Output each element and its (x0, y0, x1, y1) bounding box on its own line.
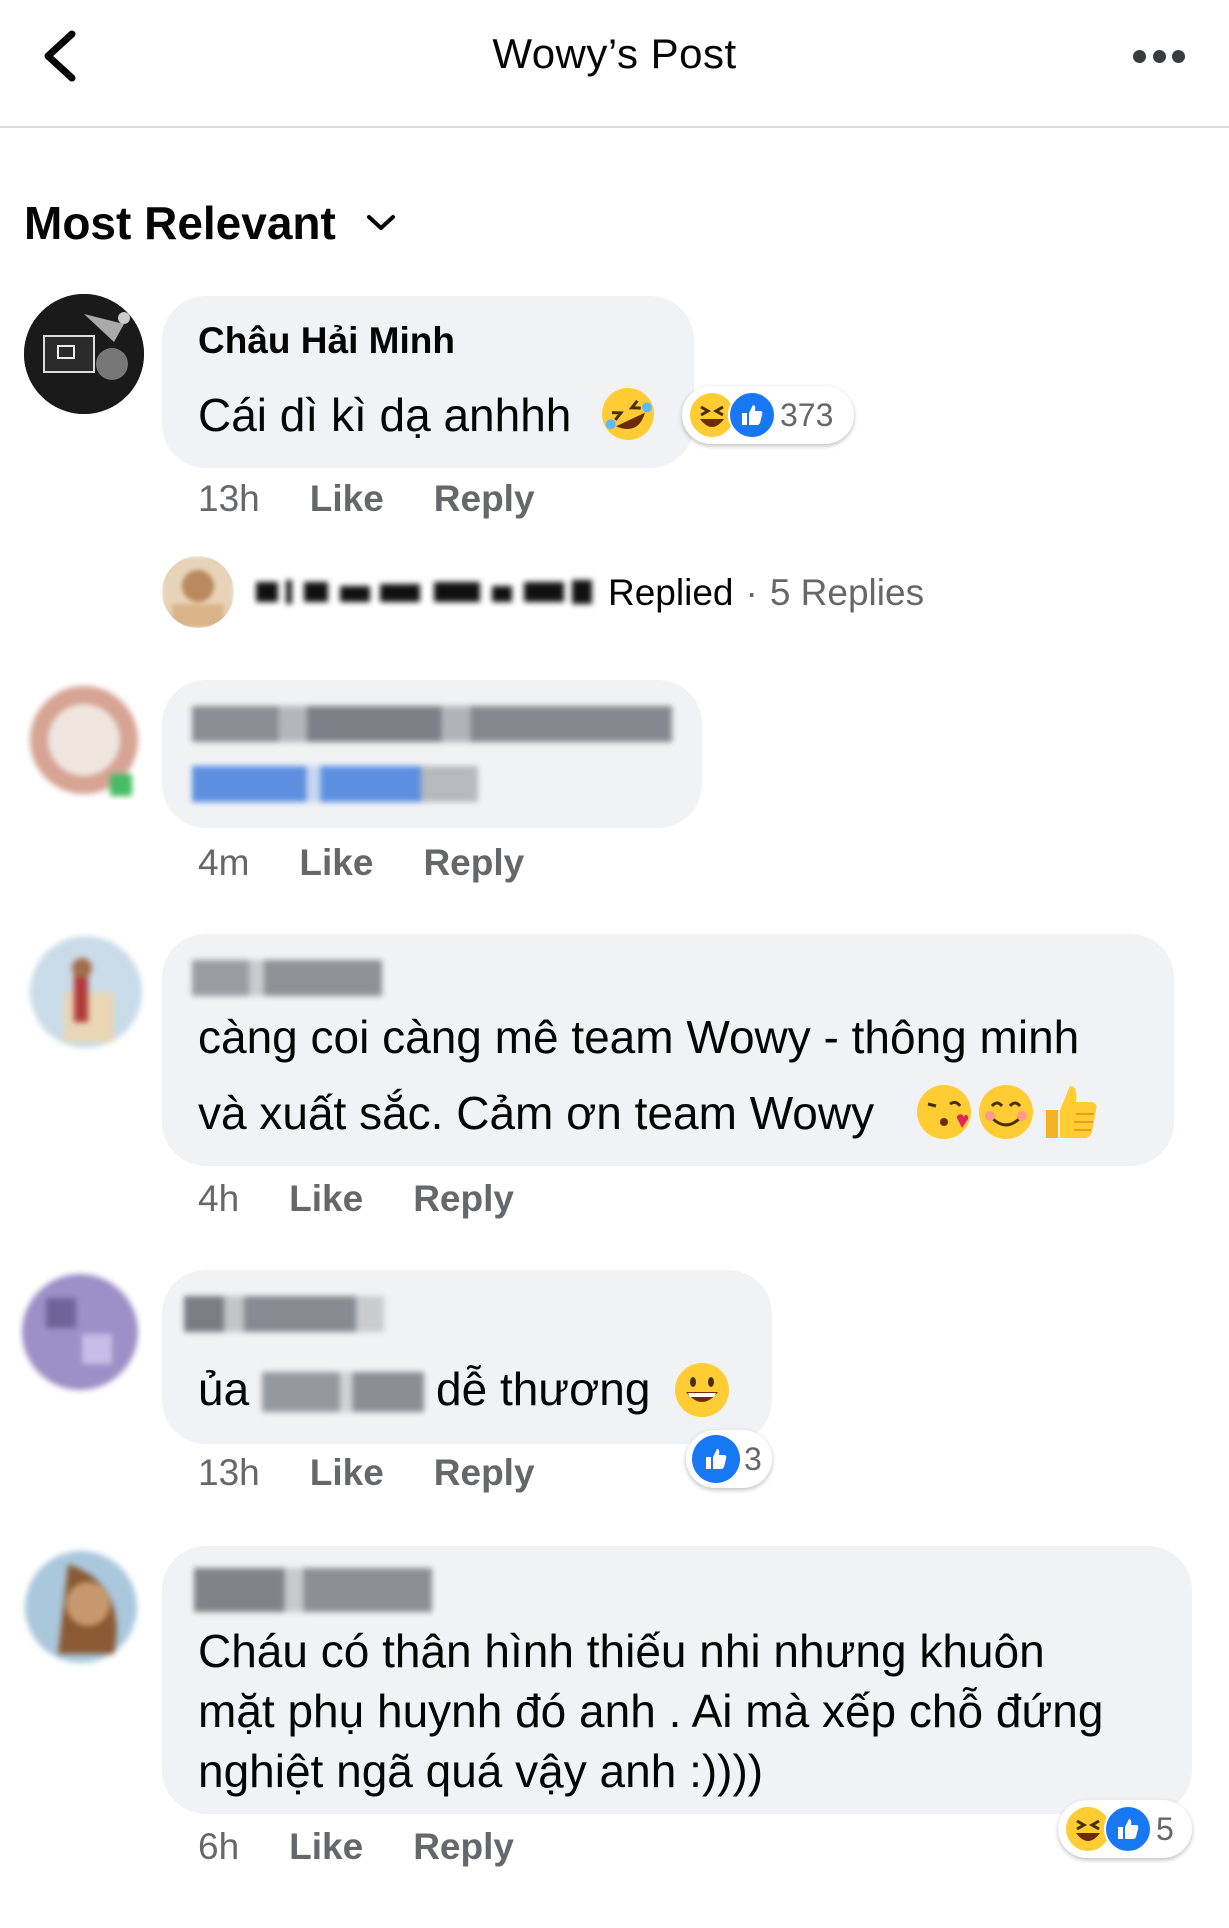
comment-time: 4h (198, 1178, 240, 1219)
separator: · (745, 572, 758, 613)
avatar[interactable] (24, 932, 154, 1054)
comment-time: 13h (198, 1452, 260, 1493)
like-button[interactable]: Like (289, 1178, 363, 1220)
replies-count: 5 Replies (769, 572, 925, 613)
more-options-icon[interactable] (1133, 48, 1185, 64)
reply-button[interactable]: Reply (434, 1452, 535, 1494)
rolling-laughing-emoji-icon (602, 388, 654, 440)
avatar[interactable] (24, 294, 144, 414)
comment-author[interactable]: Châu Hải Minh (198, 320, 455, 362)
tagged-user-redacted[interactable] (192, 766, 478, 802)
reaction-count: 5 (1156, 1810, 1174, 1847)
comment-text-pre: ủa (198, 1363, 250, 1415)
comment-text-line2: mặt phụ huynh đó anh . Ai mà xếp chỗ đứn… (198, 1685, 1104, 1737)
comment-text-post: dễ thương (436, 1363, 651, 1415)
like-reaction-icon (728, 391, 776, 439)
reaction-summary[interactable]: 373 (682, 386, 854, 444)
like-button[interactable]: Like (289, 1826, 363, 1868)
comment-text: Cái dì kì dạ anhhh (198, 389, 572, 441)
like-button[interactable]: Like (299, 842, 373, 884)
comment-time: 6h (198, 1826, 240, 1867)
like-reaction-icon (1104, 1805, 1152, 1853)
comment-author-redacted[interactable] (184, 1296, 384, 1332)
like-button[interactable]: Like (310, 1452, 384, 1494)
reaction-count: 3 (744, 1440, 762, 1477)
reply-button[interactable]: Reply (413, 1178, 514, 1220)
replied-label: Replied (608, 572, 734, 613)
comment-time: 4m (198, 842, 250, 883)
avatar[interactable] (16, 1268, 144, 1396)
comment-time: 13h (198, 478, 260, 519)
avatar[interactable] (18, 1544, 144, 1670)
replier-name-redacted[interactable] (256, 578, 594, 606)
thumbs-up-emoji-icon (1046, 1086, 1097, 1138)
like-button[interactable]: Like (310, 478, 384, 520)
top-bar: Wowy’s Post (0, 0, 1229, 128)
comment-text-line2: và xuất sắc. Cảm ơn team Wowy (198, 1087, 875, 1139)
reaction-count: 373 (780, 396, 834, 433)
tagged-user-redacted[interactable] (262, 1372, 424, 1412)
comment-text-line3: nghiệt ngã quá vậy anh :)))) (198, 1745, 764, 1797)
smiling-emoji-icon (979, 1085, 1033, 1139)
reply-button[interactable]: Reply (434, 478, 535, 520)
kissing-emoji-icon (917, 1085, 971, 1139)
replies-link[interactable]: Replied · 5 Replies (608, 572, 924, 614)
avatar[interactable] (24, 680, 144, 800)
comment-actions: 13h Like Reply (198, 1452, 535, 1494)
reaction-summary[interactable]: 3 (686, 1430, 772, 1488)
comment-actions: 13h Like Reply (198, 478, 535, 520)
comment-actions: 4m Like Reply (198, 842, 524, 884)
comment-actions: 6h Like Reply (198, 1826, 514, 1868)
comment-actions: 4h Like Reply (198, 1178, 514, 1220)
grinning-emoji-icon (675, 1363, 729, 1417)
chevron-down-icon (366, 215, 395, 230)
comment-author-redacted[interactable] (192, 706, 672, 742)
comment-author-redacted[interactable] (192, 960, 382, 996)
reply-button[interactable]: Reply (423, 842, 524, 884)
reply-button[interactable]: Reply (413, 1826, 514, 1868)
comment-author-redacted[interactable] (194, 1568, 432, 1612)
comment-bubble[interactable] (162, 680, 702, 828)
comment-text-line1: Cháu có thân hình thiếu nhi nhưng khuôn (198, 1625, 1045, 1677)
like-reaction-icon (692, 1435, 740, 1483)
sort-label: Most Relevant (24, 197, 336, 249)
sort-dropdown[interactable]: Most Relevant (24, 196, 396, 250)
comment-text-line1: càng coi càng mê team Wowy - thông minh (198, 1011, 1080, 1063)
reaction-summary[interactable]: 5 (1058, 1800, 1192, 1858)
page-title: Wowy’s Post (492, 30, 737, 77)
reply-avatar (162, 556, 234, 628)
